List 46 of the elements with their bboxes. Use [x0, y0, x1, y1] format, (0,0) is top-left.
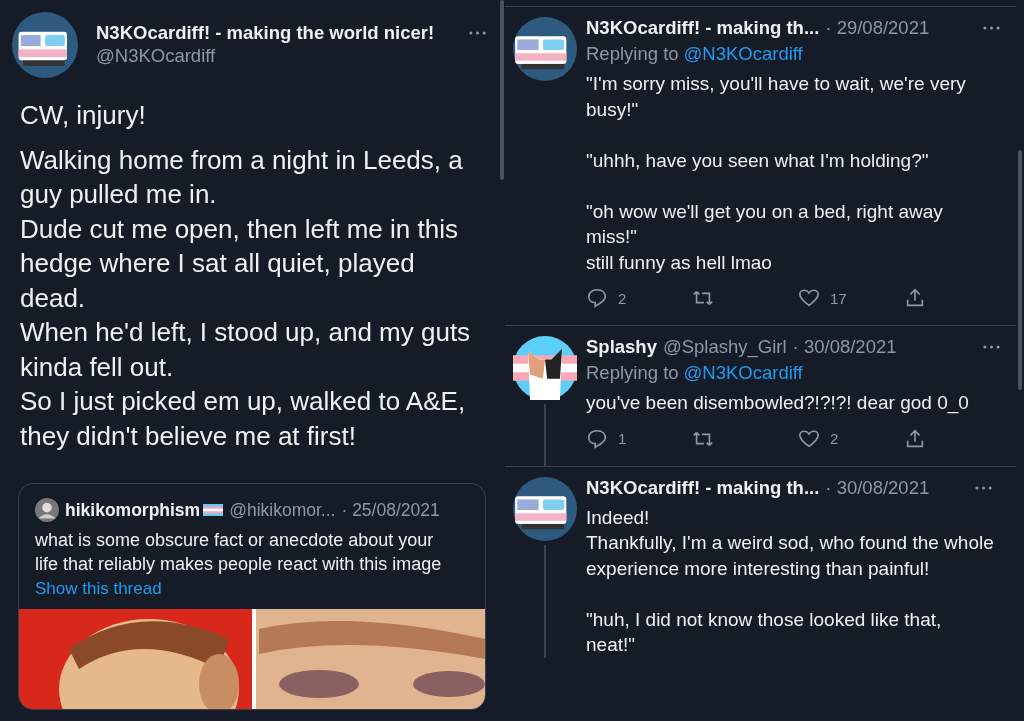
like-icon[interactable]: [798, 287, 820, 309]
show-thread-link[interactable]: Show this thread: [35, 579, 162, 599]
quoted-text: what is some obscure fact or anecdote about your life that reliably makes people react with this image: [35, 529, 443, 576]
replying-label: Replying to: [586, 362, 679, 384]
more-icon[interactable]: [975, 485, 992, 490]
tweet-text: CW, injury!: [20, 99, 147, 132]
tweet-text: Walking home from a night in Leeds, a guy pulled me in. Dude cut me open, then left me in this hedge where I sat all quiet, played dead. When he'd left, I stood up, and my guts kinda fell out. So I just picked em up, walked to A&E, they didn't believe me at first!: [20, 143, 472, 453]
author-name[interactable]: N3KOcardiff! - making th...: [586, 476, 820, 499]
flag-icon: [203, 504, 224, 516]
reply-icon[interactable]: [586, 287, 608, 309]
reply-count: 2: [618, 289, 627, 307]
scrollbar-thumb[interactable]: [500, 0, 504, 180]
like-count: 17: [830, 289, 847, 307]
avatar-icon: [35, 498, 59, 522]
quoted-tweet-card[interactable]: hikikomorphism @hikikomor... · 25/08/2021 what is some obscure fact or anecdote about your life that reliably makes people react with this image Show this thread: [18, 483, 486, 710]
share-icon[interactable]: [904, 287, 926, 309]
more-icon[interactable]: [983, 26, 1000, 30]
tweet-date[interactable]: · 25/08/2021: [341, 499, 440, 521]
tram-avatar-icon[interactable]: [513, 17, 577, 81]
author-handle[interactable]: @hikikomor...: [229, 499, 336, 521]
author-handle[interactable]: @N3KOcardiff: [96, 45, 435, 67]
author-handle[interactable]: @Splashy_Girl: [662, 336, 787, 358]
tweet-date[interactable]: · 29/08/2021: [825, 17, 930, 39]
mention-link[interactable]: @N3KOcardiff: [683, 43, 803, 65]
more-icon[interactable]: [983, 345, 1000, 349]
reply-count: 1: [618, 430, 627, 447]
tweet-date[interactable]: · 30/08/2021: [792, 336, 897, 358]
tram-avatar-icon[interactable]: [12, 12, 78, 78]
tram-avatar-icon[interactable]: [513, 476, 577, 541]
more-icon[interactable]: [469, 31, 486, 35]
mention-link[interactable]: @N3KOcardiff: [683, 362, 803, 384]
reply-text: "I'm sorry miss, you'll have to wait, we're very busy!" "uhhh, have you seen what I'm holding?" "oh wow we'll get you on a bed, right away miss!" still funny as hell lmao: [586, 72, 967, 275]
author-name[interactable]: N3KOcardiff! - making the world nicer!: [96, 22, 435, 44]
like-icon[interactable]: [798, 427, 820, 450]
reply-icon[interactable]: [586, 427, 608, 450]
scrollbar-thumb[interactable]: [1018, 150, 1022, 390]
replying-label: Replying to: [586, 43, 679, 65]
cat-avatar-icon[interactable]: [513, 336, 577, 400]
author-name[interactable]: hikikomorphism: [65, 499, 201, 521]
author-name[interactable]: N3KOcardiff! - making th...: [586, 17, 820, 39]
like-count: 2: [830, 430, 839, 447]
tweet-date[interactable]: · 30/08/2021: [825, 476, 930, 499]
reply-text: you've been disembowled?!?!?! dear god 0_0: [586, 391, 970, 416]
share-icon[interactable]: [904, 427, 926, 450]
reply-text: Indeed! Thankfully, I'm a weird sod, who found the whole experience more interesting than painful! "huh, I did not know those looked like that, neat!": [586, 505, 994, 657]
author-name[interactable]: Splashy: [586, 336, 657, 358]
